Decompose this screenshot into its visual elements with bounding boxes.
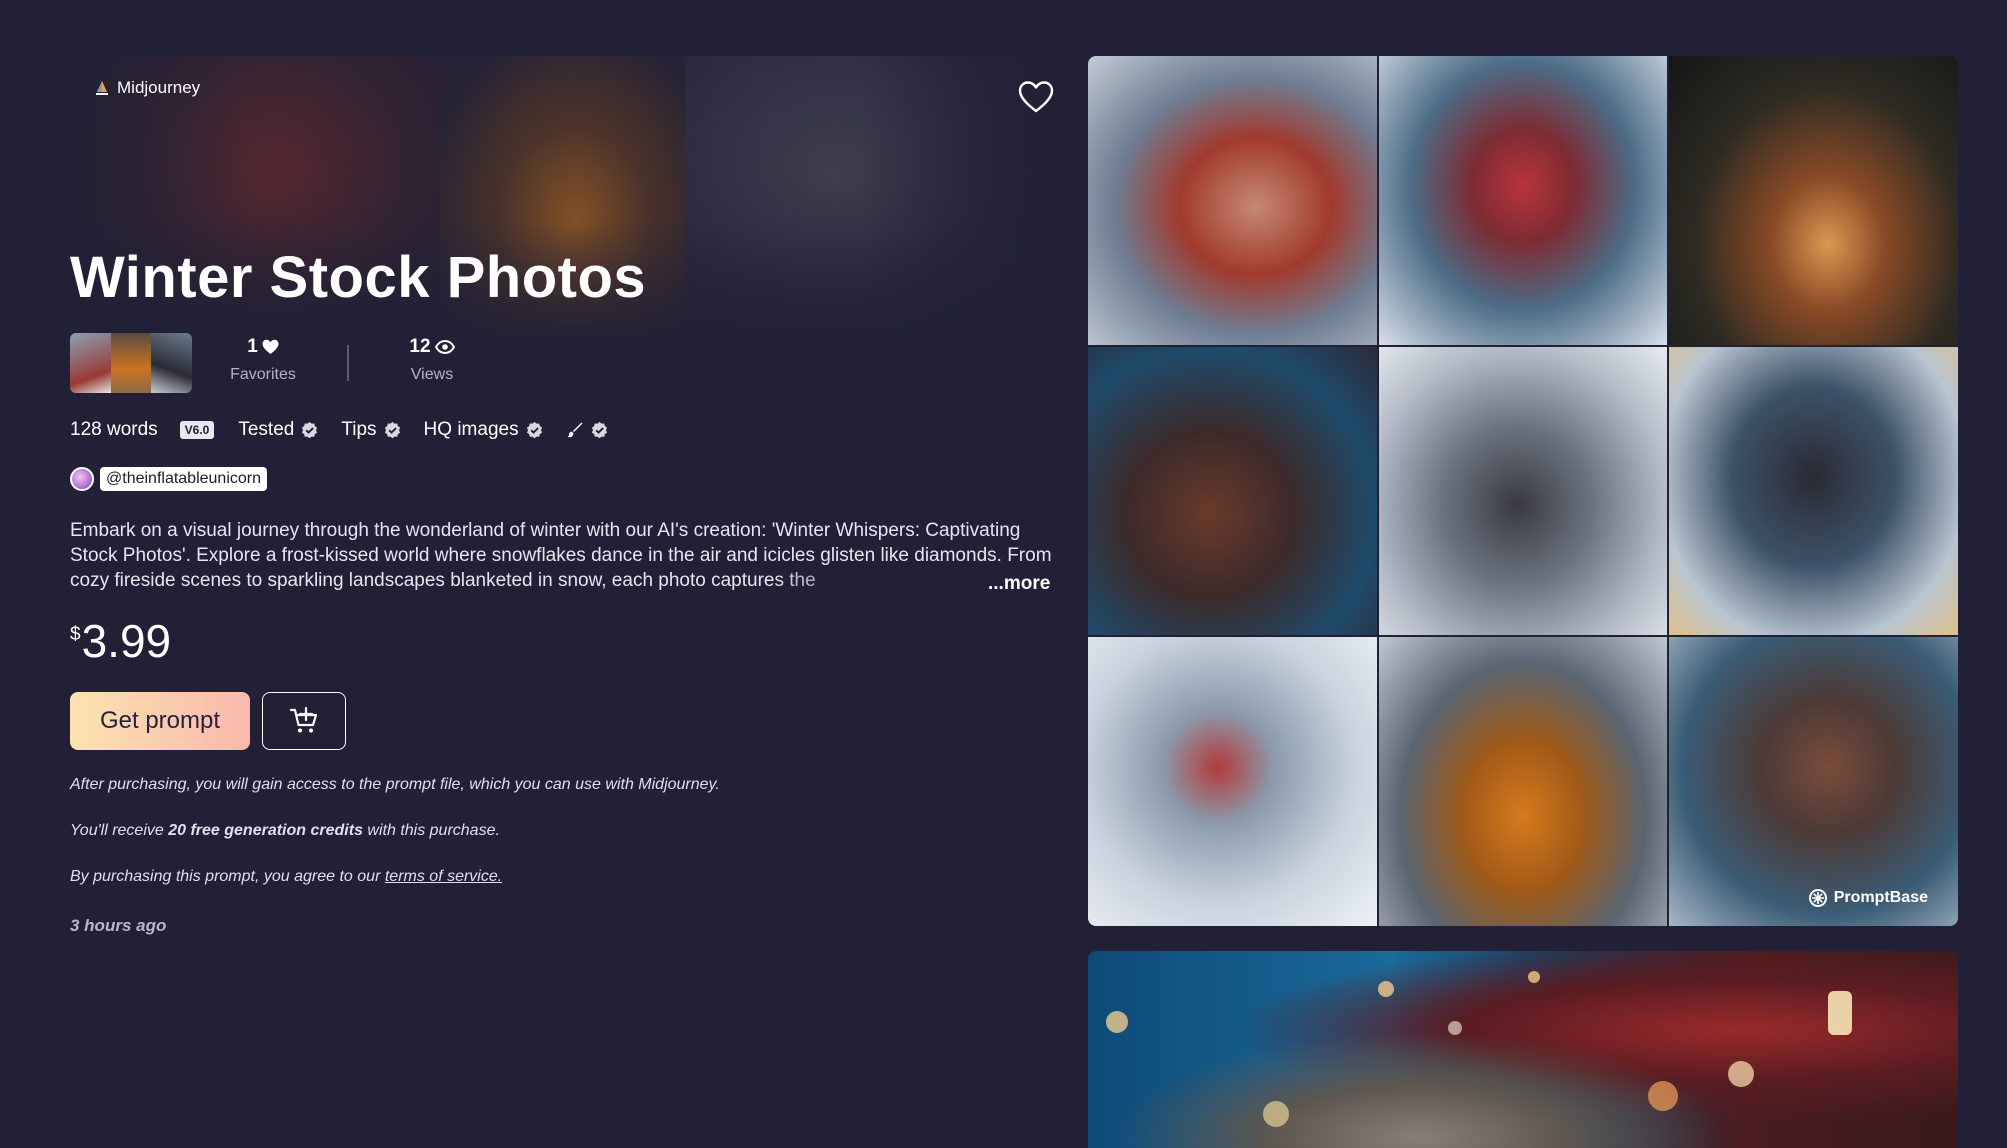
verified-check-icon xyxy=(526,421,542,438)
terms-of-service-link[interactable]: terms of service. xyxy=(385,868,502,885)
price-currency: $ xyxy=(70,624,81,645)
word-count: 128 words xyxy=(70,419,158,440)
tips-label: Tips xyxy=(341,419,377,440)
eye-icon xyxy=(434,340,455,354)
description-fade xyxy=(770,568,990,594)
views-count: 12 xyxy=(409,336,431,357)
gallery-image-snowman-fire[interactable] xyxy=(1669,56,1958,345)
verified-check-icon xyxy=(384,421,400,438)
gallery-image-snowball-fight[interactable] xyxy=(1378,346,1668,636)
large-preview-image[interactable] xyxy=(1088,951,1958,1148)
gallery-image-woman-coffee[interactable] xyxy=(1088,346,1377,636)
hero-banner xyxy=(70,56,1060,356)
gallery-image-skier-portrait[interactable] xyxy=(1088,56,1377,345)
price-value: 3.99 xyxy=(81,615,172,667)
verified-check-icon xyxy=(302,421,318,438)
model-tag[interactable]: Midjourney xyxy=(94,78,200,98)
tested-badge: Tested xyxy=(238,419,319,441)
gallery-image-snowboarder[interactable]: PromptBase xyxy=(1669,637,1958,926)
promptbase-watermark: PromptBase xyxy=(1808,888,1928,908)
views-stat: 12 Views xyxy=(392,336,472,384)
feature-badges: 128 words V6.0 Tested Tips HQ images xyxy=(70,418,631,442)
access-note: After purchasing, you will gain access t… xyxy=(70,776,720,793)
terms-note: By purchasing this prompt, you agree to … xyxy=(70,868,503,885)
promptbase-logo-icon xyxy=(1808,888,1827,907)
stats-divider xyxy=(347,345,349,381)
credits-highlight: 20 free generation credits xyxy=(168,822,363,839)
avatar xyxy=(70,467,94,491)
hq-images-label: HQ images xyxy=(423,419,519,440)
preview-thumbnail[interactable] xyxy=(70,333,192,393)
gallery-image-downhill-skier[interactable] xyxy=(1088,637,1377,926)
add-to-cart-button[interactable] xyxy=(262,692,346,750)
views-label: Views xyxy=(410,366,454,383)
watermark-text: PromptBase xyxy=(1833,888,1928,906)
version-badge: V6.0 xyxy=(179,421,215,439)
brush-icon xyxy=(567,422,583,438)
gallery-image-skier-red-jacket[interactable] xyxy=(1378,56,1668,345)
favorites-count: 1 xyxy=(247,336,258,357)
verified-check-icon xyxy=(591,421,607,438)
heart-icon xyxy=(262,339,279,354)
posted-timestamp: 3 hours ago xyxy=(70,916,167,935)
author-chip[interactable]: @theinflatableunicorn xyxy=(70,467,268,491)
editable-badge xyxy=(566,421,609,440)
image-gallery: PromptBase xyxy=(1088,56,1958,926)
more-link[interactable]: ...more xyxy=(988,573,1050,595)
hq-images-badge: HQ images xyxy=(424,419,544,441)
favorites-label: Favorites xyxy=(230,366,296,383)
get-prompt-button[interactable]: Get prompt xyxy=(70,692,250,750)
price: $ 3.99 xyxy=(70,614,171,668)
favorites-stat: 1 Favorites xyxy=(222,336,304,384)
sail-icon xyxy=(96,81,108,95)
tested-label: Tested xyxy=(238,419,295,440)
heart-outline-icon[interactable] xyxy=(1018,80,1054,114)
gallery-image-skater[interactable] xyxy=(1669,346,1958,636)
hero-overlay xyxy=(70,56,1060,356)
page-title: Winter Stock Photos xyxy=(70,245,647,310)
gallery-image-hiker-orange[interactable] xyxy=(1378,637,1668,926)
model-name: Midjourney xyxy=(117,78,201,97)
tips-badge: Tips xyxy=(341,419,401,441)
cart-plus-icon xyxy=(289,706,318,733)
credits-note: You'll receive 20 free generation credit… xyxy=(70,822,500,839)
author-handle[interactable]: @theinflatableunicorn xyxy=(100,467,268,491)
